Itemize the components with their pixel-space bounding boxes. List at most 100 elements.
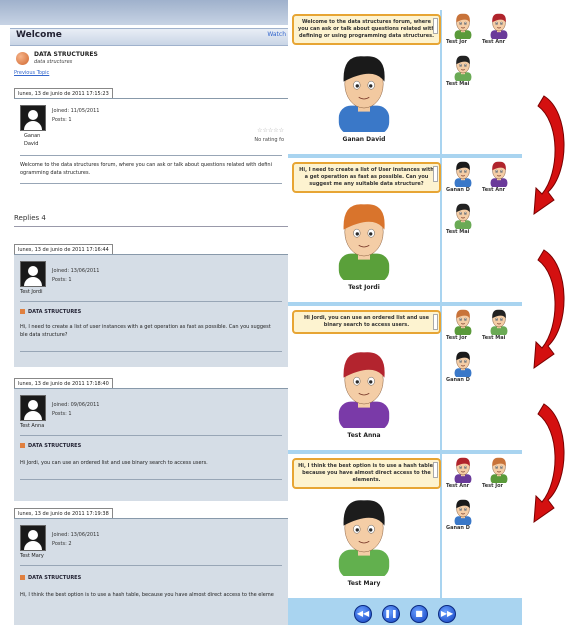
listener-pupil-left	[460, 213, 462, 215]
conversation-panel: Welcome to the data structures forum, wh…	[288, 10, 522, 625]
speech-scrollbar[interactable]	[433, 18, 438, 34]
post-text-line: Hi, I think the best option is to use a …	[20, 592, 274, 598]
post-body: Joined: 11/05/2011 Posts: 1 Ganan David …	[14, 98, 288, 205]
avatar[interactable]	[20, 105, 46, 131]
listener-name: Ganan D	[446, 187, 470, 193]
speaker-pane: Hi Jordi, you can use an ordered list an…	[288, 306, 442, 450]
speech-text: Hi, I need to create a list of User inst…	[299, 167, 434, 187]
listener-avatar: Test Mai	[446, 54, 478, 88]
speech-text: Welcome to the data structures forum, wh…	[298, 19, 435, 39]
listener-face	[454, 499, 472, 525]
listener-name: Test Jor	[446, 39, 468, 45]
joined-date: Joined: 11/05/2011	[52, 108, 100, 114]
post-text-line: ogramming data structures.	[20, 170, 91, 176]
pause-button[interactable]: ❚❚	[382, 605, 400, 623]
speaker-avatar	[338, 56, 390, 132]
post-text-line: Hi Jordi, you can use an ordered list an…	[20, 460, 208, 466]
rating-stars[interactable]: ☆☆☆☆☆	[257, 127, 284, 134]
stop-button[interactable]: ■	[410, 605, 428, 623]
listener-pupil-right	[500, 467, 502, 469]
listener-face	[454, 351, 472, 377]
speech-scrollbar[interactable]	[433, 314, 438, 330]
speaker-pupil-right	[369, 528, 373, 532]
post-title-text: DATA STRUCTURES	[28, 443, 82, 449]
post-title: DATA STRUCTURES	[20, 575, 81, 581]
post-title: DATA STRUCTURES	[20, 443, 81, 449]
rewind-button[interactable]: ◀◀	[354, 605, 372, 623]
avatar[interactable]	[20, 261, 46, 287]
red-arrow-icon	[533, 95, 565, 216]
post-meta: Joined: 09/06/2011 Posts: 1	[52, 401, 99, 419]
listener-pupil-right	[500, 23, 502, 25]
speaker-name: Ganan David	[342, 136, 386, 143]
listener-pupil-left	[460, 171, 462, 173]
avatar[interactable]	[20, 395, 46, 421]
divider	[20, 479, 282, 480]
speaker-pane: Hi, I think the best option is to use a …	[288, 454, 442, 598]
reply-post: lunes, 13 de junio de 2011 17:18:40 Join…	[14, 378, 288, 501]
forum-top-bar	[0, 0, 288, 25]
post-body: Joined: 13/06/2011 Posts: 2 Test Mary DA…	[14, 518, 288, 625]
listener-face	[454, 55, 472, 81]
post-text: Welcome to the data structures forum, wh…	[20, 161, 286, 177]
listener-pupil-right	[500, 319, 502, 321]
post-title-text: DATA STRUCTURES	[28, 309, 82, 315]
post-count: Posts: 2	[52, 541, 72, 547]
listener-face	[454, 457, 472, 483]
topic-icon	[20, 309, 25, 314]
speech-scrollbar[interactable]	[433, 462, 438, 478]
author-name[interactable]: Test Jordi	[20, 289, 43, 295]
listener-face	[490, 309, 508, 335]
listener-pupil-left	[496, 23, 498, 25]
listener-name: Ganan D	[446, 377, 470, 383]
speaker-pupil-left	[355, 380, 359, 384]
speaker-pupil-left	[355, 232, 359, 236]
listener-avatar: Test Mai	[446, 202, 478, 236]
listener-list: Test Jor Test Anr Test Mai	[442, 10, 522, 154]
stop-icon: ■	[415, 609, 423, 618]
author-name[interactable]: Test Anna	[20, 423, 44, 429]
post-meta: Joined: 13/06/2011 Posts: 2	[52, 531, 99, 549]
speech-bubble: Hi, I think the best option is to use a …	[292, 458, 441, 489]
listener-pupil-left	[496, 319, 498, 321]
author-last-name[interactable]: David	[24, 141, 38, 147]
speech-scrollbar[interactable]	[433, 166, 438, 182]
reply-post: lunes, 13 de junio de 2011 17:16:44 Join…	[14, 244, 288, 367]
listener-avatar: Test Anr	[482, 160, 514, 194]
reply-post: lunes, 13 de junio de 2011 17:19:38 Join…	[14, 508, 288, 625]
joined-date: Joined: 13/06/2011	[52, 268, 100, 274]
conversation-scene: Welcome to the data structures forum, wh…	[288, 10, 522, 156]
speech-text: Hi Jordi, you can use an ordered list an…	[303, 315, 430, 328]
listener-list: Test Jor Test Mai Ganan D	[442, 306, 522, 450]
listener-avatar: Test Jor	[482, 456, 514, 490]
listener-avatar: Test Jor	[446, 308, 478, 342]
listener-pupil-left	[496, 171, 498, 173]
author-name[interactable]: Test Mary	[20, 553, 44, 559]
watch-link[interactable]: Watch	[267, 31, 286, 38]
listener-avatar: Ganan D	[446, 160, 478, 194]
post-body: Joined: 13/06/2011 Posts: 1 Test Jordi D…	[14, 254, 288, 367]
post-text: Hi, I need to create a list of user inst…	[20, 323, 286, 339]
listener-pupil-right	[464, 23, 466, 25]
conversation-scene: Hi, I need to create a list of User inst…	[288, 158, 522, 304]
listener-name: Ganan D	[446, 525, 470, 531]
avatar[interactable]	[20, 525, 46, 551]
playback-controls: ◀◀ ❚❚ ■ ▶▶	[288, 602, 522, 625]
listener-pupil-right	[464, 171, 466, 173]
listener-pupil-left	[460, 509, 462, 511]
listener-name: Test Anr	[482, 187, 506, 193]
fast-forward-button[interactable]: ▶▶	[438, 605, 456, 623]
author-first-name[interactable]: Ganan	[24, 133, 40, 139]
first-post: lunes, 13 de junio de 2011 17:15:23 Join…	[14, 88, 288, 206]
speaker-pupil-left	[355, 528, 359, 532]
listener-list: Test Anr Test Jor Ganan D	[442, 454, 522, 598]
post-meta: Joined: 11/05/2011 Posts: 1	[52, 107, 99, 125]
listener-face	[454, 161, 472, 187]
previous-topic-link[interactable]: Previous Topic	[14, 70, 49, 76]
fast-forward-icon: ▶▶	[440, 609, 454, 618]
speaker-name: Test Jordi	[348, 284, 380, 291]
speaker-name: Test Anna	[347, 432, 381, 439]
post-text-line: Welcome to the data structures forum, wh…	[20, 162, 272, 168]
speaker-pupil-left	[355, 84, 359, 88]
joined-date: Joined: 13/06/2011	[52, 532, 100, 538]
